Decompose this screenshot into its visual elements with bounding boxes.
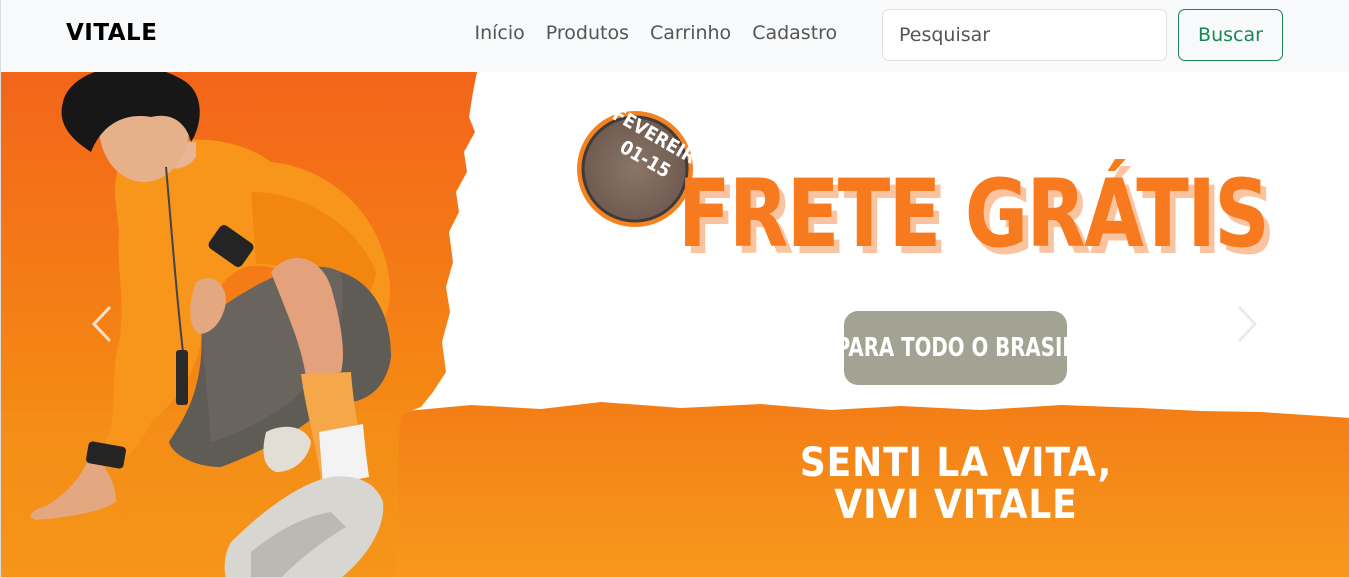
subheadline-pill: PARA TODO O BRASIL xyxy=(836,311,1075,385)
hero-carousel: FEVEREIRO 01-15 FRETE GRÁTIS PARA TODO O… xyxy=(0,72,1349,578)
banner-tagline: SENTI LA VITA, VIVI VITALE xyxy=(741,442,1171,526)
tagline-line-2: VIVI VITALE xyxy=(834,482,1078,528)
banner-headline: FRETE GRÁTIS xyxy=(678,160,1270,269)
carousel-prev-button[interactable] xyxy=(82,294,122,354)
carousel-next-button[interactable] xyxy=(1227,294,1267,354)
navbar: VITALE Início Produtos Carrinho Cadastro… xyxy=(0,0,1349,72)
brand-logo[interactable]: VITALE xyxy=(66,20,157,46)
search-input[interactable] xyxy=(882,9,1167,61)
nav-link-carrinho[interactable]: Carrinho xyxy=(640,22,742,44)
subheadline-text: PARA TODO O BRASIL xyxy=(835,333,1076,363)
tagline-line-1: SENTI LA VITA, xyxy=(799,440,1113,486)
nav-link-cadastro[interactable]: Cadastro xyxy=(742,22,848,44)
search-button[interactable]: Buscar xyxy=(1178,9,1283,61)
chevron-right-icon xyxy=(1237,305,1258,343)
chevron-left-icon xyxy=(91,305,112,343)
nav-links: Início Produtos Carrinho Cadastro xyxy=(464,22,848,44)
nav-link-produtos[interactable]: Produtos xyxy=(535,22,639,44)
nav-link-inicio[interactable]: Início xyxy=(464,22,535,44)
